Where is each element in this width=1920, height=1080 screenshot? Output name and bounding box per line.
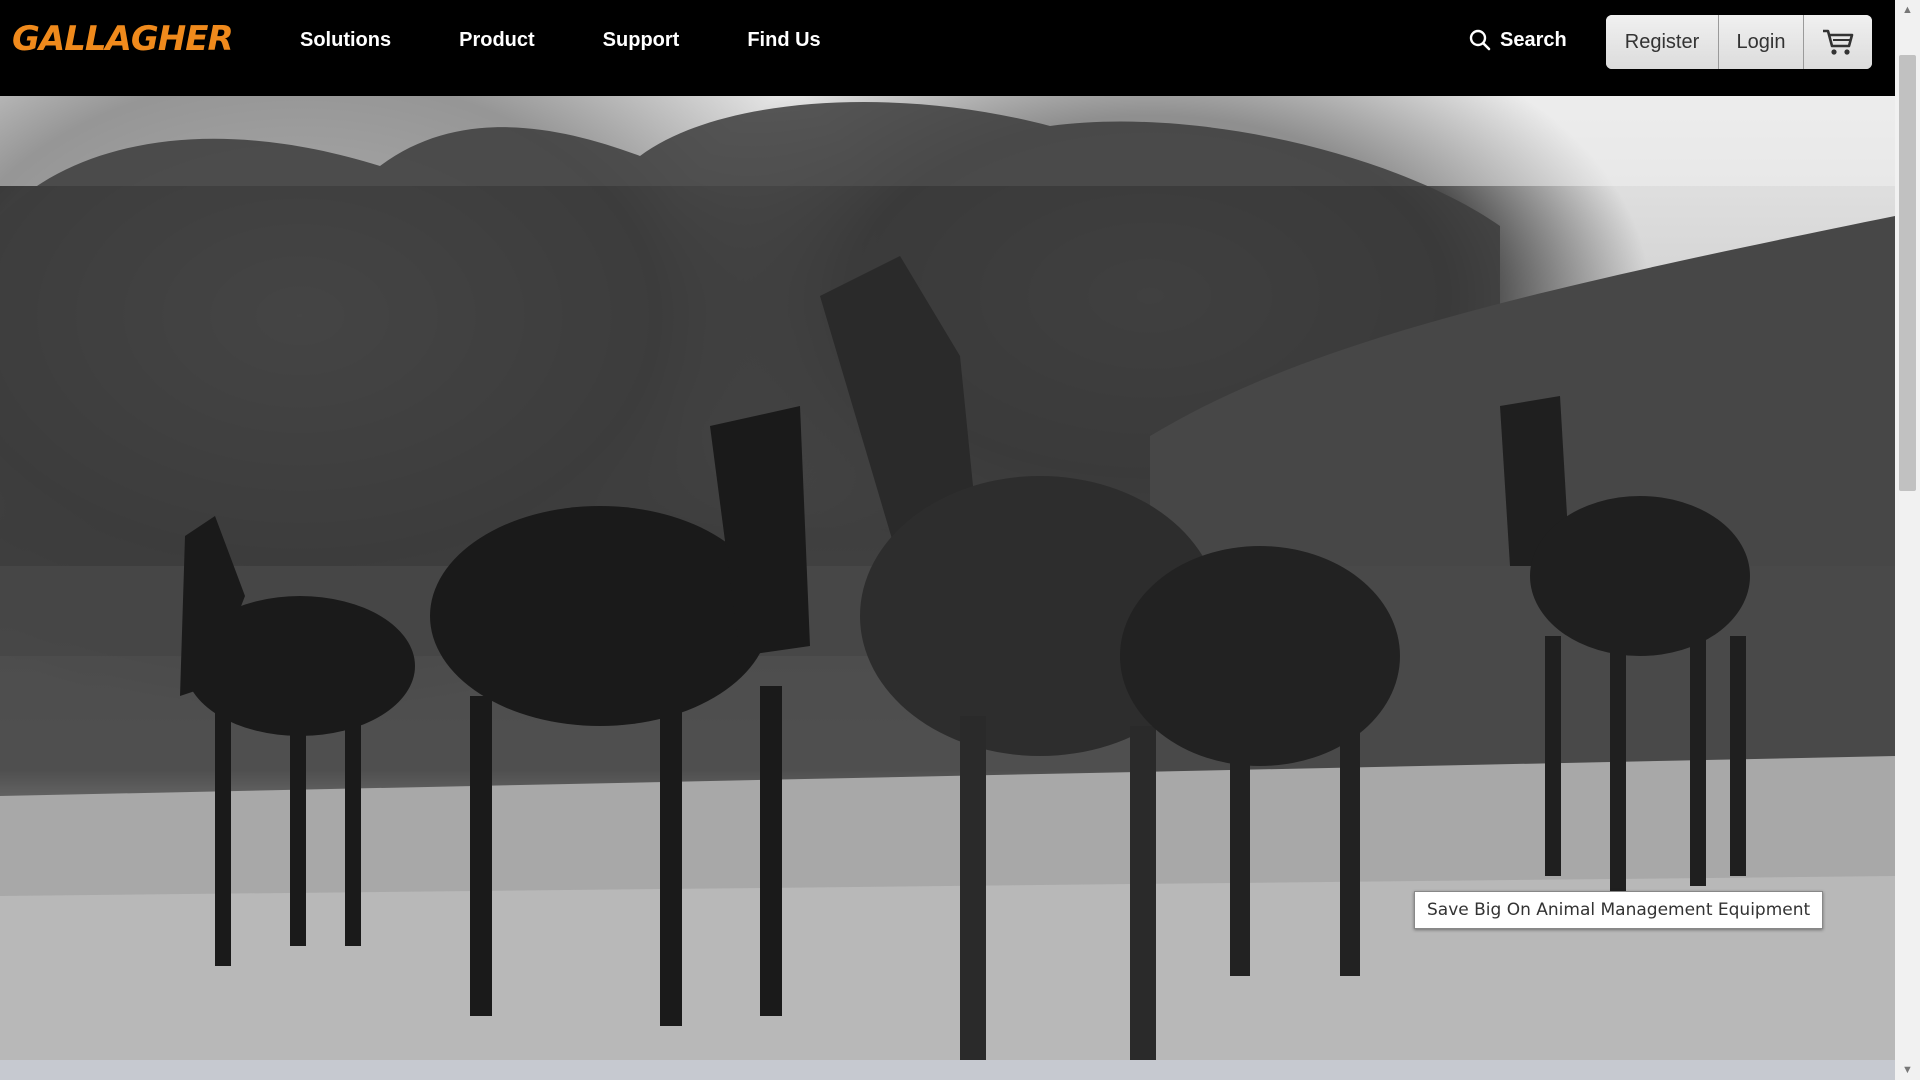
hero-banner[interactable]: Save Big On Animal Management Equipment xyxy=(0,96,1895,1060)
scroll-down-arrow-icon[interactable]: ▼ xyxy=(1895,1060,1920,1080)
nav-product[interactable]: Product xyxy=(459,29,535,52)
register-button[interactable]: Register xyxy=(1606,15,1719,69)
vertical-scrollbar[interactable]: ▲ ▼ xyxy=(1895,0,1920,1080)
cart-button[interactable] xyxy=(1804,15,1872,69)
scroll-thumb[interactable] xyxy=(1899,55,1916,491)
account-buttons: Register Login xyxy=(1606,15,1872,69)
nav-find-us[interactable]: Find Us xyxy=(747,29,820,52)
gallagher-logo[interactable]: GALLAGHER xyxy=(12,12,234,72)
cart-icon xyxy=(1823,29,1854,55)
nav-solutions[interactable]: Solutions xyxy=(300,29,391,52)
search-label: Search xyxy=(1500,28,1567,51)
brand-name: GALLAGHER xyxy=(12,19,234,59)
scroll-up-arrow-icon[interactable]: ▲ xyxy=(1895,0,1920,20)
top-nav-bar: GALLAGHER Solutions Product Support Find… xyxy=(0,0,1895,96)
search-button[interactable]: Search xyxy=(1468,28,1567,52)
page-footer-strip xyxy=(0,1060,1895,1080)
promo-caption[interactable]: Save Big On Animal Management Equipment xyxy=(1414,891,1824,929)
search-icon xyxy=(1469,29,1491,51)
nav-support[interactable]: Support xyxy=(603,29,680,52)
main-nav: Solutions Product Support Find Us xyxy=(300,0,889,80)
login-button[interactable]: Login xyxy=(1719,15,1804,69)
